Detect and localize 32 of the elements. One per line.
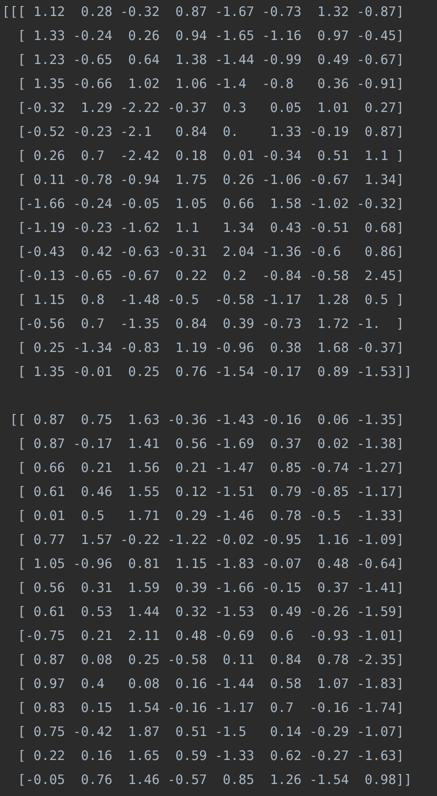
output-line: [-0.56 0.7 -1.35 0.84 0.39 -0.73 1.72 -1. ] (16, 316, 404, 334)
output-line: [ 1.35 -0.01 0.25 0.76 -1.54 -0.17 0.89 -1.53]] (16, 364, 412, 382)
output-line: [-1.19 -0.23 -1.62 1.1 1.34 0.43 -0.51 0.68] (16, 220, 404, 238)
output-line: [ 0.25 -1.34 -0.83 1.19 -0.96 0.38 1.68 -0.37] (16, 340, 404, 358)
output-line: [ 0.75 -0.42 1.87 0.51 -1.5 0.14 -0.29 -1.07] (16, 724, 404, 742)
output-line: [ 1.23 -0.65 0.64 1.38 -1.44 -0.99 0.49 -0.67] (16, 52, 404, 70)
output-line: [ 0.61 0.53 1.44 0.32 -1.53 0.49 -0.26 -1.59] (16, 604, 404, 622)
output-line: [ 1.33 -0.24 0.26 0.94 -1.65 -1.16 0.97 -0.45] (16, 28, 404, 46)
output-line: [ 0.83 0.15 1.54 -0.16 -1.17 0.7 -0.16 -1.74] (16, 700, 404, 718)
output-line: [ 1.15 0.8 -1.48 -0.5 -0.58 -1.17 1.28 0.5 ] (16, 292, 404, 310)
output-line: [ 0.61 0.46 1.55 0.12 -1.51 0.79 -0.85 -1.17] (16, 484, 404, 502)
output-line: [ 0.11 -0.78 -0.94 1.75 0.26 -1.06 -0.67 1.34] (16, 172, 404, 190)
output-line: [-0.52 -0.23 -2.1 0.84 0. 1.33 -0.19 0.87] (16, 124, 404, 142)
output-line: [ 0.26 0.7 -2.42 0.18 0.01 -0.34 0.51 1.1 ] (16, 148, 404, 166)
output-line: [-1.66 -0.24 -0.05 1.05 0.66 1.58 -1.02 -0.32] (16, 196, 404, 214)
output-line: [ 1.05 -0.96 0.81 1.15 -1.83 -0.07 0.48 -0.64] (16, 556, 404, 574)
output-line: [-0.75 0.21 2.11 0.48 -0.69 0.6 -0.93 -1.01] (16, 628, 404, 646)
output-line: [ 0.01 0.5 1.71 0.29 -1.46 0.78 -0.5 -1.33] (16, 508, 404, 526)
output-line: [-0.43 0.42 -0.63 -0.31 2.04 -1.36 -0.6 0.86] (16, 244, 404, 262)
output-line: [ 0.22 0.16 1.65 0.59 -1.33 0.62 -0.27 -1.63] (16, 748, 404, 766)
output-line: [-0.13 -0.65 -0.67 0.22 0.2 -0.84 -0.58 2.45] (16, 268, 404, 286)
output-line: [-0.05 0.76 1.46 -0.57 0.85 1.26 -1.54 0.98]] (16, 772, 412, 790)
output-line: [ 0.66 0.21 1.56 0.21 -1.47 0.85 -0.74 -1.27] (16, 460, 404, 478)
output-line: [ 0.87 -0.17 1.41 0.56 -1.69 0.37 0.02 -1.38] (16, 436, 404, 454)
output-line: [[ 0.87 0.75 1.63 -0.36 -1.43 -0.16 0.06 -1.35] (8, 412, 404, 430)
output-line: [ 0.97 0.4 0.08 0.16 -1.44 0.58 1.07 -1.83] (16, 676, 404, 694)
output-line: [ 0.87 0.08 0.25 -0.58 0.11 0.84 0.78 -2.35] (16, 652, 404, 670)
output-line: [[[ 1.12 0.28 -0.32 0.87 -1.67 -0.73 1.32 -0.87] (2, 4, 404, 22)
output-line: [-0.32 1.29 -2.22 -0.37 0.3 0.05 1.01 0.27] (16, 100, 404, 118)
output-line: [ 0.77 1.57 -0.22 -1.22 -0.02 -0.95 1.16 -1.09] (16, 532, 404, 550)
output-line: [ 1.35 -0.66 1.02 1.06 -1.4 -0.8 0.36 -0.91] (16, 76, 404, 94)
output-line: [ 0.56 0.31 1.59 0.39 -1.66 -0.15 0.37 -1.41] (16, 580, 404, 598)
